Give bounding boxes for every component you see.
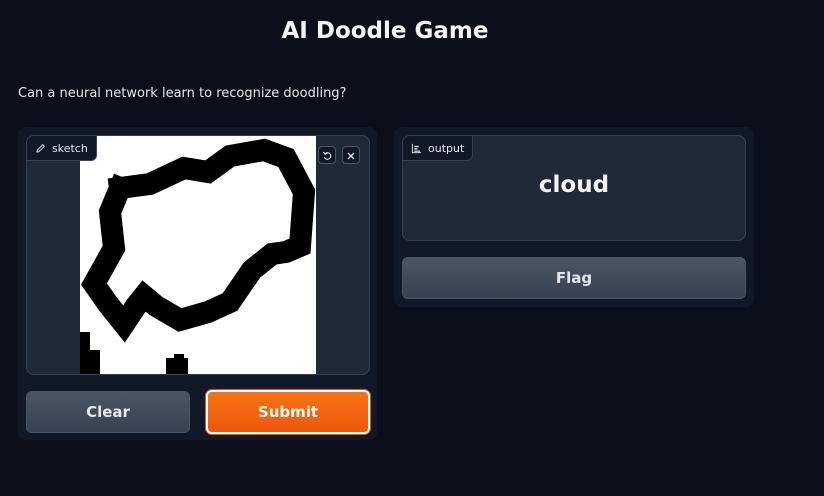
- output-label: output: [403, 136, 474, 161]
- flag-button[interactable]: Flag: [402, 257, 746, 299]
- undo-button[interactable]: [318, 146, 336, 164]
- clear-sketch-button[interactable]: [342, 146, 360, 164]
- page-description: Can a neural network learn to recognize …: [18, 86, 347, 101]
- bar-chart-icon: [411, 143, 422, 154]
- submit-button[interactable]: Submit: [206, 390, 370, 434]
- close-icon: [346, 146, 356, 165]
- sketch-label-text: sketch: [52, 141, 88, 155]
- clear-button[interactable]: Clear: [26, 391, 190, 433]
- output-block: output cloud: [402, 135, 746, 241]
- sketch-block: sketch: [26, 135, 370, 375]
- pencil-icon: [35, 143, 46, 154]
- prediction-text: cloud: [538, 172, 610, 198]
- output-label-text: output: [428, 141, 465, 155]
- input-panel: sketch Clear Submit: [18, 127, 377, 440]
- output-panel: output cloud Flag: [394, 127, 754, 307]
- sketch-label: sketch: [27, 136, 97, 161]
- page-title: AI Doodle Game: [281, 18, 489, 44]
- undo-icon: [322, 146, 333, 165]
- sketch-canvas[interactable]: [80, 136, 316, 374]
